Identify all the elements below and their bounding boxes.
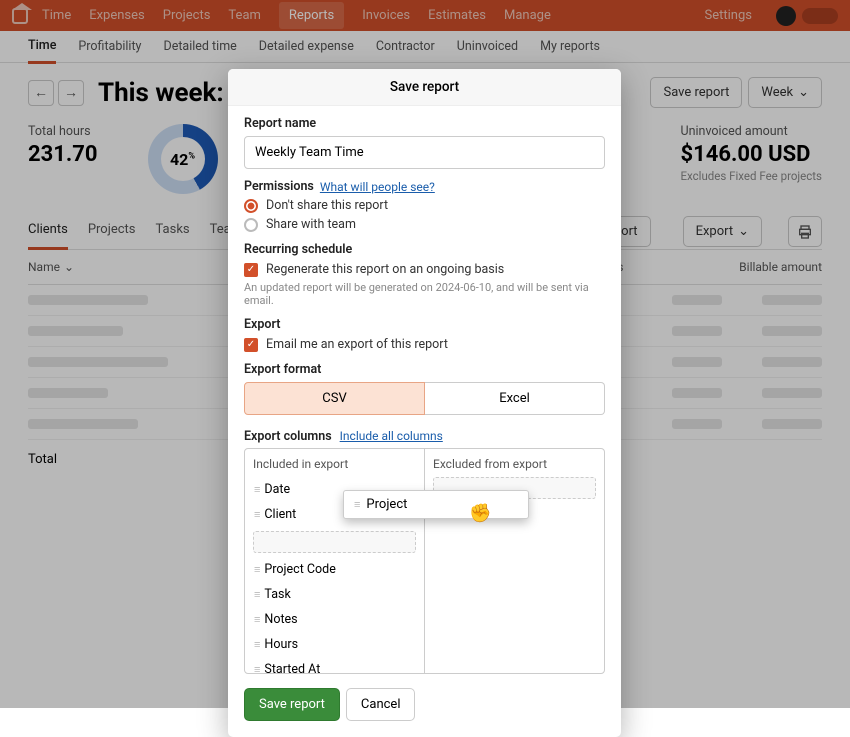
grip-icon: ≡ xyxy=(354,498,358,511)
drop-zone[interactable] xyxy=(253,531,416,553)
grip-icon: ≡ xyxy=(254,638,258,651)
export-format-label: Export format xyxy=(244,362,605,377)
checkbox-icon xyxy=(244,338,258,352)
grip-icon: ≡ xyxy=(254,508,258,521)
report-name-input[interactable] xyxy=(244,136,605,169)
report-name-label: Report name xyxy=(244,116,605,131)
columns-editor: Included in export ≡Date ≡Client ≡Projec… xyxy=(244,448,605,674)
grip-icon: ≡ xyxy=(254,483,258,496)
grip-icon: ≡ xyxy=(254,613,258,626)
radio-icon xyxy=(244,199,258,213)
export-section-label: Export xyxy=(244,317,605,332)
modal-title: Save report xyxy=(228,69,621,106)
col-item-started[interactable]: ≡Started At xyxy=(253,657,416,674)
excluded-header: Excluded from export xyxy=(433,457,596,471)
checkbox-icon xyxy=(244,263,258,277)
grip-icon: ≡ xyxy=(254,563,258,576)
recurring-label: Recurring schedule xyxy=(244,242,605,257)
col-item-notes[interactable]: ≡Notes xyxy=(253,607,416,632)
grip-icon: ≡ xyxy=(254,663,258,674)
recurring-note: An updated report will be generated on 2… xyxy=(244,281,605,307)
permissions-help-link[interactable]: What will people see? xyxy=(320,180,435,194)
save-report-button[interactable]: Save report xyxy=(244,688,340,721)
grip-icon: ≡ xyxy=(254,588,258,601)
grab-cursor-icon: ✊ xyxy=(469,503,491,524)
col-item-project-code[interactable]: ≡Project Code xyxy=(253,557,416,582)
radio-share-team[interactable]: Share with team xyxy=(244,217,605,232)
col-item-task[interactable]: ≡Task xyxy=(253,582,416,607)
dragging-item-project[interactable]: ≡Project xyxy=(343,490,529,519)
permissions-label: Permissions xyxy=(244,179,314,194)
save-report-modal: Save report Report name Permissions What… xyxy=(228,69,621,737)
format-csv[interactable]: CSV xyxy=(244,382,425,415)
check-email-export[interactable]: Email me an export of this report xyxy=(244,337,605,352)
cancel-button[interactable]: Cancel xyxy=(346,688,416,721)
radio-dont-share[interactable]: Don't share this report xyxy=(244,198,605,213)
radio-icon xyxy=(244,218,258,232)
check-regenerate[interactable]: Regenerate this report on an ongoing bas… xyxy=(244,262,605,277)
included-header: Included in export xyxy=(253,457,416,471)
col-item-hours[interactable]: ≡Hours xyxy=(253,632,416,657)
include-all-columns-link[interactable]: Include all columns xyxy=(340,429,443,443)
export-columns-label: Export columns xyxy=(244,429,332,444)
format-excel[interactable]: Excel xyxy=(425,382,605,415)
